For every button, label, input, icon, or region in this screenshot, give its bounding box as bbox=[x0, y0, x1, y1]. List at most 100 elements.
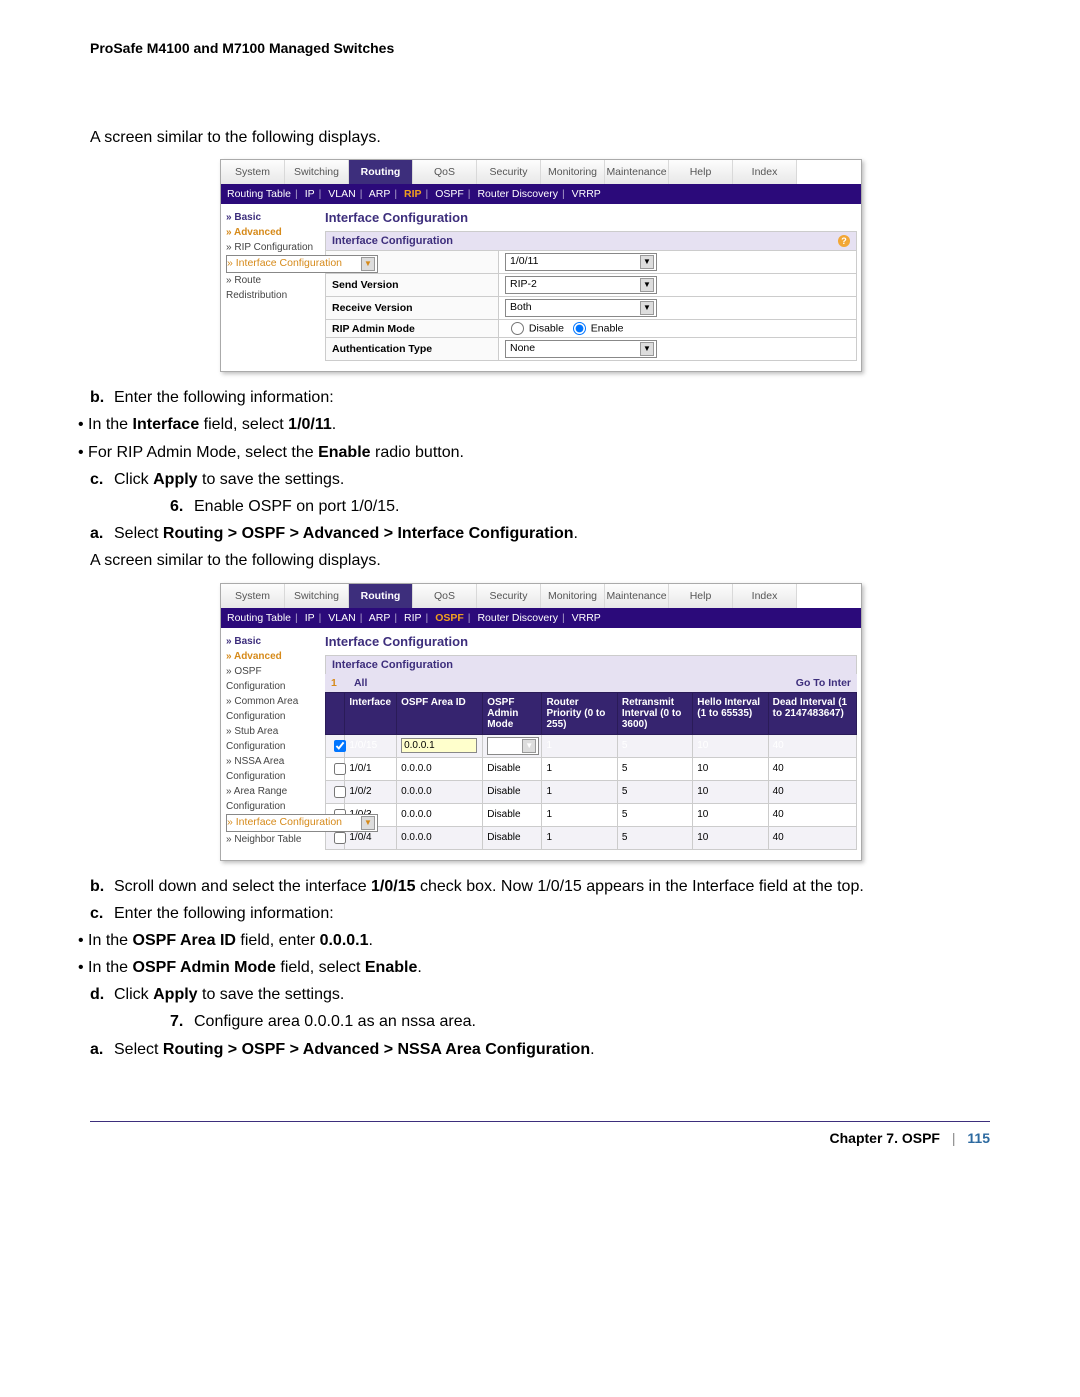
side-route-redist[interactable]: Route Redistribution bbox=[226, 273, 316, 303]
section-bar: Interface Configuration ? bbox=[325, 231, 857, 250]
side-basic[interactable]: » Basic bbox=[226, 634, 316, 649]
subnav-vrrp[interactable]: VRRP bbox=[572, 612, 601, 624]
tab-security[interactable]: Security bbox=[477, 584, 541, 608]
col-admin-mode: OSPF Admin Mode bbox=[483, 692, 542, 734]
cell-hello: 10 bbox=[693, 757, 768, 780]
cell-retrans: 5 bbox=[617, 757, 692, 780]
tab-qos[interactable]: QoS bbox=[413, 160, 477, 184]
subnav-vlan[interactable]: VLAN bbox=[328, 188, 355, 200]
subnav-router-discovery[interactable]: Router Discovery bbox=[477, 188, 558, 200]
side-rip-config[interactable]: RIP Configuration bbox=[226, 240, 316, 255]
side-ospf-config[interactable]: OSPF Configuration bbox=[226, 664, 316, 694]
subnav-router-discovery[interactable]: Router Discovery bbox=[477, 612, 558, 624]
cell-priority: 1 bbox=[542, 826, 617, 849]
cell-dead: 40 bbox=[768, 780, 856, 803]
edit-admin-mode-select[interactable]: Enable bbox=[487, 737, 539, 755]
help-icon[interactable]: ? bbox=[838, 235, 850, 247]
tab-help[interactable]: Help bbox=[669, 584, 733, 608]
subnav-ip[interactable]: IP bbox=[305, 188, 315, 200]
subnav-ospf[interactable]: OSPF bbox=[435, 188, 464, 200]
main-tabs-2: System Switching Routing QoS Security Mo… bbox=[221, 584, 861, 608]
receive-version-select[interactable]: Both bbox=[505, 299, 657, 317]
filter-1[interactable]: 1 bbox=[331, 677, 337, 689]
tab-qos[interactable]: QoS bbox=[413, 584, 477, 608]
edit-interface: 1/0/15 bbox=[345, 734, 397, 757]
row-checkbox[interactable] bbox=[334, 763, 346, 775]
step-6c-bullet2: In the OSPF Admin Mode field, select Ena… bbox=[90, 956, 990, 979]
subnav-arp[interactable]: ARP bbox=[369, 188, 391, 200]
side-nssa-area[interactable]: NSSA Area Configuration bbox=[226, 754, 316, 784]
tab-monitoring[interactable]: Monitoring bbox=[541, 584, 605, 608]
tab-maintenance[interactable]: Maintenance bbox=[605, 584, 669, 608]
send-version-select[interactable]: RIP-2 bbox=[505, 276, 657, 294]
cell-priority: 1 bbox=[542, 803, 617, 826]
goto-interface[interactable]: Go To Inter bbox=[796, 677, 851, 689]
tab-switching[interactable]: Switching bbox=[285, 584, 349, 608]
tab-system[interactable]: System bbox=[221, 584, 285, 608]
subnav-vlan[interactable]: VLAN bbox=[328, 612, 355, 624]
step-7a: a.Select Routing > OSPF > Advanced > NSS… bbox=[90, 1038, 990, 1061]
step-6d: d.Click Apply to save the settings. bbox=[90, 983, 990, 1006]
auth-type-select[interactable]: None bbox=[505, 340, 657, 358]
side-basic[interactable]: » Basic bbox=[226, 210, 316, 225]
main-tabs: System Switching Routing QoS Security Mo… bbox=[221, 160, 861, 184]
cell-retrans: 5 bbox=[617, 803, 692, 826]
side-advanced[interactable]: » Advanced bbox=[226, 225, 316, 240]
tab-routing[interactable]: Routing bbox=[349, 160, 413, 184]
tab-monitoring[interactable]: Monitoring bbox=[541, 160, 605, 184]
page-footer: Chapter 7. OSPF | 115 bbox=[90, 1121, 990, 1146]
rip-admin-enable-radio[interactable] bbox=[573, 322, 586, 335]
row-checkbox[interactable] bbox=[334, 786, 346, 798]
step-b-bullet1: In the Interface field, select 1/0/11. bbox=[90, 413, 990, 436]
edit-area-id-input[interactable] bbox=[401, 738, 476, 753]
col-dead: Dead Interval (1 to 2147483647) bbox=[768, 692, 856, 734]
tab-security[interactable]: Security bbox=[477, 160, 541, 184]
rip-admin-mode-label: RIP Admin Mode bbox=[326, 320, 499, 338]
tab-help[interactable]: Help bbox=[669, 160, 733, 184]
screenshot-rip: System Switching Routing QoS Security Mo… bbox=[220, 159, 862, 372]
subnav-arp[interactable]: ARP bbox=[369, 612, 391, 624]
tab-index[interactable]: Index bbox=[733, 584, 797, 608]
subnav: Routing Table| IP| VLAN| ARP| RIP| OSPF|… bbox=[221, 184, 861, 204]
tab-switching[interactable]: Switching bbox=[285, 160, 349, 184]
cell-admin-mode: Disable bbox=[483, 826, 542, 849]
cell-dead: 40 bbox=[768, 757, 856, 780]
step-6a-after: A screen similar to the following displa… bbox=[90, 549, 990, 572]
side-area-range[interactable]: Area Range Configuration bbox=[226, 784, 316, 814]
tab-routing[interactable]: Routing bbox=[349, 584, 413, 608]
cell-admin-mode: Disable bbox=[483, 803, 542, 826]
filter-all[interactable]: All bbox=[354, 677, 367, 689]
edit-checkbox[interactable] bbox=[334, 740, 346, 752]
tab-system[interactable]: System bbox=[221, 160, 285, 184]
subnav-routing-table[interactable]: Routing Table bbox=[227, 612, 291, 624]
side-common-area[interactable]: Common Area Configuration bbox=[226, 694, 316, 724]
step-b: b.Enter the following information: bbox=[90, 386, 990, 409]
subnav-ip[interactable]: IP bbox=[305, 612, 315, 624]
subnav-routing-table[interactable]: Routing Table bbox=[227, 188, 291, 200]
side-interface-config[interactable]: Interface Configuration bbox=[226, 814, 378, 832]
side-stub-area[interactable]: Stub Area Configuration bbox=[226, 724, 316, 754]
content-title-2: Interface Configuration bbox=[325, 634, 857, 649]
side-advanced[interactable]: » Advanced bbox=[226, 649, 316, 664]
step-6a: a.Select Routing > OSPF > Advanced > Int… bbox=[90, 522, 990, 545]
cell-area-id: 0.0.0.0 bbox=[397, 826, 483, 849]
side-interface-config[interactable]: Interface Configuration bbox=[226, 255, 378, 273]
row-checkbox[interactable] bbox=[334, 832, 346, 844]
intro-text-1: A screen similar to the following displa… bbox=[90, 126, 990, 149]
subnav-rip[interactable]: RIP bbox=[404, 612, 422, 624]
rip-admin-disable-radio[interactable] bbox=[511, 322, 524, 335]
subnav-vrrp[interactable]: VRRP bbox=[572, 188, 601, 200]
step-c: c.Click Apply to save the settings. bbox=[90, 468, 990, 491]
content-title: Interface Configuration bbox=[325, 210, 857, 225]
side-neighbor-table[interactable]: Neighbor Table bbox=[226, 832, 316, 847]
tab-index[interactable]: Index bbox=[733, 160, 797, 184]
table-row: 1/0/20.0.0.0Disable151040 bbox=[326, 780, 857, 803]
edit-priority: 1 bbox=[542, 734, 617, 757]
subnav-rip[interactable]: RIP bbox=[404, 188, 422, 200]
col-hello: Hello Interval (1 to 65535) bbox=[693, 692, 768, 734]
col-interface: Interface bbox=[345, 692, 397, 734]
interface-select[interactable]: 1/0/11 bbox=[505, 253, 657, 271]
tab-maintenance[interactable]: Maintenance bbox=[605, 160, 669, 184]
subnav-ospf[interactable]: OSPF bbox=[435, 612, 464, 624]
edit-dead: 40 bbox=[768, 734, 856, 757]
